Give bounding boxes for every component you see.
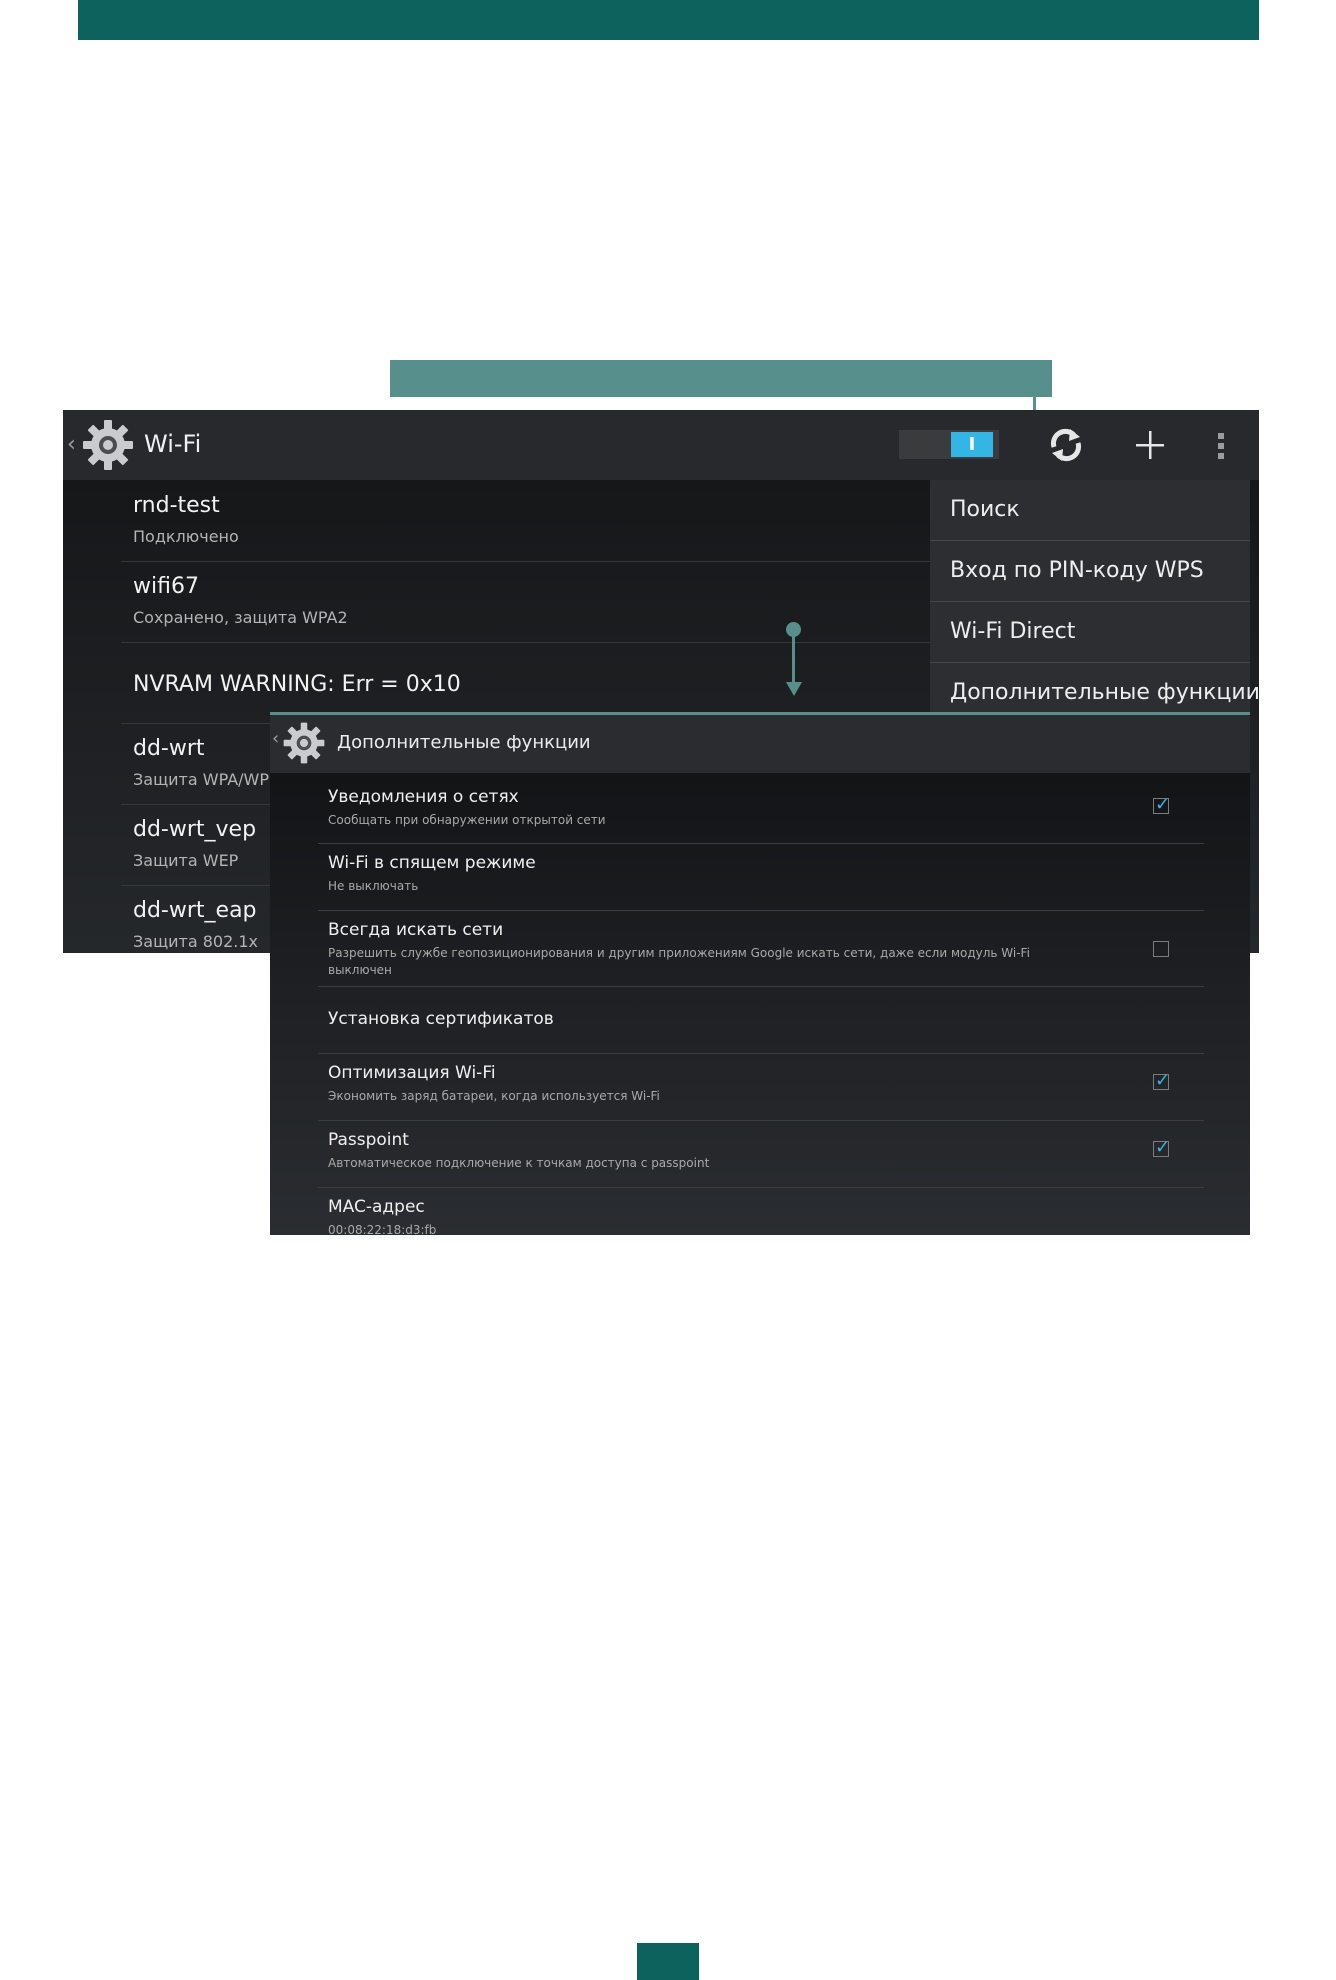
page-number-tab (637, 1943, 699, 1980)
pref-mac-address: MAC-адрес 00:08:22:18:d3:fb (270, 1188, 1250, 1235)
pref-summary: Не выключать (328, 879, 419, 893)
network-status: Подключено (133, 527, 239, 546)
network-name: wifi67 (133, 574, 199, 599)
callout-arrow-dot (786, 622, 801, 637)
pref-title: Wi-Fi в спящем режиме (328, 853, 536, 873)
callout-arrow-head (786, 682, 802, 696)
pref-title: MAC-адрес (328, 1197, 425, 1217)
advanced-settings-screen: ‹ Дополнительные функции Уведомления о с… (270, 712, 1250, 1235)
wifi-toggle-knob[interactable]: I (951, 432, 993, 457)
refresh-icon[interactable] (1048, 427, 1084, 463)
check-icon: ✓ (1155, 1137, 1171, 1158)
pref-title: Passpoint (328, 1130, 409, 1150)
screen-title: Wi-Fi (144, 430, 202, 458)
pref-summary: Разрешить службе геопозиционирования и д… (328, 946, 1030, 960)
menu-item-wifi-direct[interactable]: Wi-Fi Direct (930, 602, 1250, 662)
pref-wifi-optimization[interactable]: Оптимизация Wi-Fi Экономить заряд батаре… (270, 1054, 1250, 1120)
pref-summary: Сообщать при обнаружении открытой сети (328, 813, 606, 827)
network-status: Защита WEP (133, 851, 239, 870)
network-item[interactable]: rnd-test Подключено (63, 485, 923, 560)
network-name: dd-wrt (133, 736, 205, 761)
network-name: NVRAM WARNING: Err = 0x10 (133, 672, 461, 697)
add-icon[interactable] (1134, 429, 1166, 461)
gear-icon[interactable] (81, 418, 135, 472)
network-status: Защита WPA/WP (133, 770, 269, 789)
pref-passpoint[interactable]: Passpoint Автоматическое подключение к т… (270, 1121, 1250, 1187)
screen-title: Дополнительные функции (337, 732, 591, 753)
chevron-left-icon[interactable]: ‹ (67, 434, 76, 456)
check-icon: ✓ (1155, 1070, 1171, 1091)
checkbox[interactable]: ✓ (1153, 794, 1171, 815)
pref-always-scan[interactable]: Всегда искать сети Разрешить службе геоп… (270, 911, 1250, 986)
pref-title: Оптимизация Wi-Fi (328, 1063, 496, 1083)
callout-bar (390, 360, 1052, 397)
pref-summary: Автоматическое подключение к точкам дост… (328, 1156, 710, 1170)
gear-icon[interactable] (282, 721, 326, 765)
pref-title: Установка сертификатов (328, 1009, 554, 1029)
pref-network-notify[interactable]: Уведомления о сетях Сообщать при обнаруж… (270, 778, 1250, 842)
checkbox[interactable]: ✓ (1153, 1137, 1171, 1158)
callout-arrow (792, 632, 795, 684)
pref-summary-continued: выключен (328, 963, 392, 977)
chevron-left-icon[interactable]: ‹ (272, 730, 279, 748)
pref-sleep-policy[interactable]: Wi-Fi в спящем режиме Не выключать (270, 844, 1250, 910)
network-status: Защита 802.1x (133, 932, 259, 951)
header-band (78, 0, 1259, 40)
network-name: rnd-test (133, 493, 220, 518)
pref-install-certificates[interactable]: Установка сертификатов (270, 987, 1250, 1053)
overflow-menu-icon[interactable] (1216, 431, 1226, 461)
checkbox[interactable] (1153, 941, 1169, 957)
network-name: dd-wrt_vep (133, 817, 257, 842)
network-status: Сохранено, защита WPA2 (133, 608, 348, 627)
menu-item-search[interactable]: Поиск (930, 480, 1250, 540)
pref-title: Всегда искать сети (328, 920, 504, 940)
pref-summary: 00:08:22:18:d3:fb (328, 1223, 437, 1235)
checkbox[interactable]: ✓ (1153, 1070, 1171, 1091)
network-name: dd-wrt_eap (133, 898, 257, 923)
pref-title: Уведомления о сетях (328, 787, 519, 807)
check-icon: ✓ (1155, 794, 1171, 815)
overflow-menu: Поиск Вход по PIN-коду WPS Wi-Fi Direct … (930, 480, 1259, 718)
pref-summary: Экономить заряд батареи, когда используе… (328, 1089, 660, 1103)
menu-item-wps-pin[interactable]: Вход по PIN-коду WPS (930, 541, 1250, 601)
